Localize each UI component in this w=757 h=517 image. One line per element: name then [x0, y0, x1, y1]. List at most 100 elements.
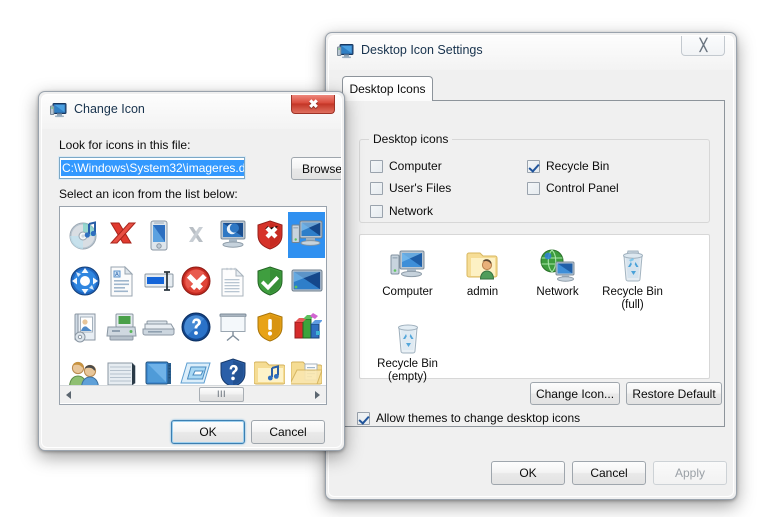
desktop-monitor-icon — [337, 44, 354, 59]
scrollbar-track[interactable]: III — [77, 386, 309, 403]
close-icon[interactable]: ╳ — [681, 36, 725, 56]
preview-item-admin[interactable]: admin — [445, 245, 520, 317]
scroll-right-arrow[interactable] — [309, 386, 326, 403]
text-field-icon — [144, 271, 173, 291]
checkbox-computer[interactable]: Computer — [370, 159, 442, 173]
desktop-icon-settings-title: Desktop Icon Settings — [361, 43, 483, 57]
blue-monitor-icon — [291, 269, 322, 291]
restore-default-button[interactable]: Restore Default — [626, 382, 722, 405]
icon-cell-projector-screen[interactable] — [214, 304, 251, 350]
icon-list[interactable]: A — [59, 206, 327, 405]
icon-cell-gear-blue[interactable] — [325, 258, 326, 304]
icon-cell-red-shield-error[interactable] — [251, 212, 288, 258]
icon-cell-computer-monitor[interactable] — [288, 212, 325, 258]
tab-desktop-icons[interactable]: Desktop Icons — [342, 76, 433, 101]
gray-x-icon — [188, 227, 203, 242]
icon-cell-monitor-moon[interactable] — [214, 212, 251, 258]
icon-cell-orange-shield-warning[interactable] — [251, 304, 288, 350]
checkbox-network[interactable]: Network — [370, 204, 433, 218]
checkbox-box[interactable] — [370, 204, 383, 218]
close-icon[interactable]: ✖ — [291, 95, 335, 114]
horizontal-scrollbar[interactable]: III — [60, 385, 326, 403]
desktop-icon-settings-titlebar[interactable]: Desktop Icon Settings ╳ — [329, 36, 733, 68]
desktop-monitor-icon — [50, 103, 67, 118]
blue-window-icon — [145, 361, 171, 384]
icon-cell-pda-device[interactable] — [140, 212, 177, 258]
pda-device-icon — [150, 220, 167, 250]
preview-item-network[interactable]: Network — [520, 245, 595, 317]
monitor-moon-icon — [220, 220, 245, 248]
icon-cell-flatbed-scanner[interactable] — [140, 304, 177, 350]
projector-screen-icon — [219, 313, 246, 342]
preview-grid: Computer admin Network Recycle Bin (full… — [370, 245, 670, 389]
button-label: Cancel — [269, 425, 307, 439]
file-path-input[interactable]: C:\Windows\System32\imageres.dll — [59, 157, 245, 179]
button-label: Change Icon... — [535, 386, 615, 401]
icon-cell-blue-monitor[interactable] — [288, 258, 325, 304]
change-icon-window: Change Icon ✖ Look for icons in this fil… — [38, 91, 345, 451]
checkbox-users-files[interactable]: User's Files — [370, 181, 451, 195]
documents-folder-icon — [291, 361, 322, 385]
close-glyph: ╳ — [699, 38, 707, 52]
desktop-icon-settings-window: Desktop Icon Settings ╳ Desktop Icons De… — [325, 32, 737, 500]
ok-button[interactable]: OK — [171, 420, 245, 444]
icon-preview-area: Computer admin Network Recycle Bin (full… — [359, 234, 710, 383]
close-glyph: ✖ — [308, 96, 318, 111]
scroll-left-arrow[interactable] — [60, 386, 77, 403]
icon-cell-green-shield-check[interactable] — [251, 258, 288, 304]
red-x-circle-icon — [181, 266, 210, 296]
user-folder-icon — [466, 245, 500, 283]
green-shield-check-icon — [257, 266, 282, 296]
slideshow-icon — [180, 362, 211, 384]
icon-cell-audio-cd[interactable] — [66, 212, 103, 258]
checkbox-label: Recycle Bin — [546, 159, 610, 173]
icon-cell-gray-x[interactable] — [177, 212, 214, 258]
users-group-icon — [69, 361, 100, 388]
checkbox-label: Computer — [389, 159, 442, 173]
blue-question-help-icon — [181, 312, 210, 342]
change-icon-titlebar[interactable]: Change Icon ✖ — [42, 95, 341, 127]
notepad-document-icon — [221, 267, 245, 296]
icon-cell-presentation-chart[interactable] — [288, 304, 325, 350]
checkbox-box[interactable] — [527, 159, 540, 173]
scanner-printer-icon — [105, 313, 137, 340]
cancel-button[interactable]: Cancel — [572, 461, 646, 485]
browse-button[interactable]: Browse... — [291, 157, 341, 180]
checkbox-box[interactable] — [370, 159, 383, 173]
icon-cell-red-x-circle[interactable] — [177, 258, 214, 304]
change-icon-button[interactable]: Change Icon... — [530, 382, 620, 405]
checkbox-box[interactable] — [370, 181, 383, 195]
presentation-chart-icon — [294, 313, 322, 339]
checkbox-control-panel[interactable]: Control Panel — [527, 181, 619, 195]
icon-cell-text-field[interactable] — [140, 258, 177, 304]
icon-cell-network-sync[interactable] — [66, 258, 103, 304]
icon-cell-document-text[interactable]: A — [103, 258, 140, 304]
screen: Desktop Icon Settings ╳ Desktop Icons De… — [0, 0, 757, 517]
checkbox-box[interactable] — [527, 181, 540, 195]
file-path-value: C:\Windows\System32\imageres.dll — [61, 160, 244, 176]
blue-shield-question-icon — [220, 358, 245, 388]
document-text-icon: A — [110, 265, 134, 296]
audio-cd-icon — [69, 220, 97, 249]
button-label: Cancel — [590, 466, 628, 480]
icon-cell-folder[interactable] — [325, 212, 326, 258]
icon-cell-photo-album[interactable] — [66, 304, 103, 350]
preview-item-recycle-bin-empty[interactable]: Recycle Bin (empty) — [370, 317, 445, 389]
red-x-delete-icon — [109, 222, 136, 244]
checkbox-recycle-bin[interactable]: Recycle Bin — [527, 159, 609, 173]
ok-button[interactable]: OK — [491, 461, 565, 485]
select-icon-label: Select an icon from the list below: — [59, 187, 238, 201]
button-label: Apply — [674, 466, 706, 480]
icon-cell-red-x-delete[interactable] — [103, 212, 140, 258]
icon-cell-blue-question-help[interactable] — [177, 304, 214, 350]
icon-cell-folder-open[interactable] — [325, 304, 326, 350]
scrollbar-thumb[interactable]: III — [199, 387, 244, 402]
checkbox-box[interactable] — [357, 411, 370, 425]
preview-item-recycle-bin-full[interactable]: Recycle Bin (full) — [595, 245, 670, 317]
icon-cell-notepad-document[interactable] — [214, 258, 251, 304]
preview-item-computer[interactable]: Computer — [370, 245, 445, 317]
recycle-bin-full-icon — [618, 245, 648, 283]
cancel-button[interactable]: Cancel — [251, 420, 325, 444]
icon-cell-scanner-printer[interactable] — [103, 304, 140, 350]
checkbox-allow-themes[interactable]: Allow themes to change desktop icons — [357, 411, 580, 425]
